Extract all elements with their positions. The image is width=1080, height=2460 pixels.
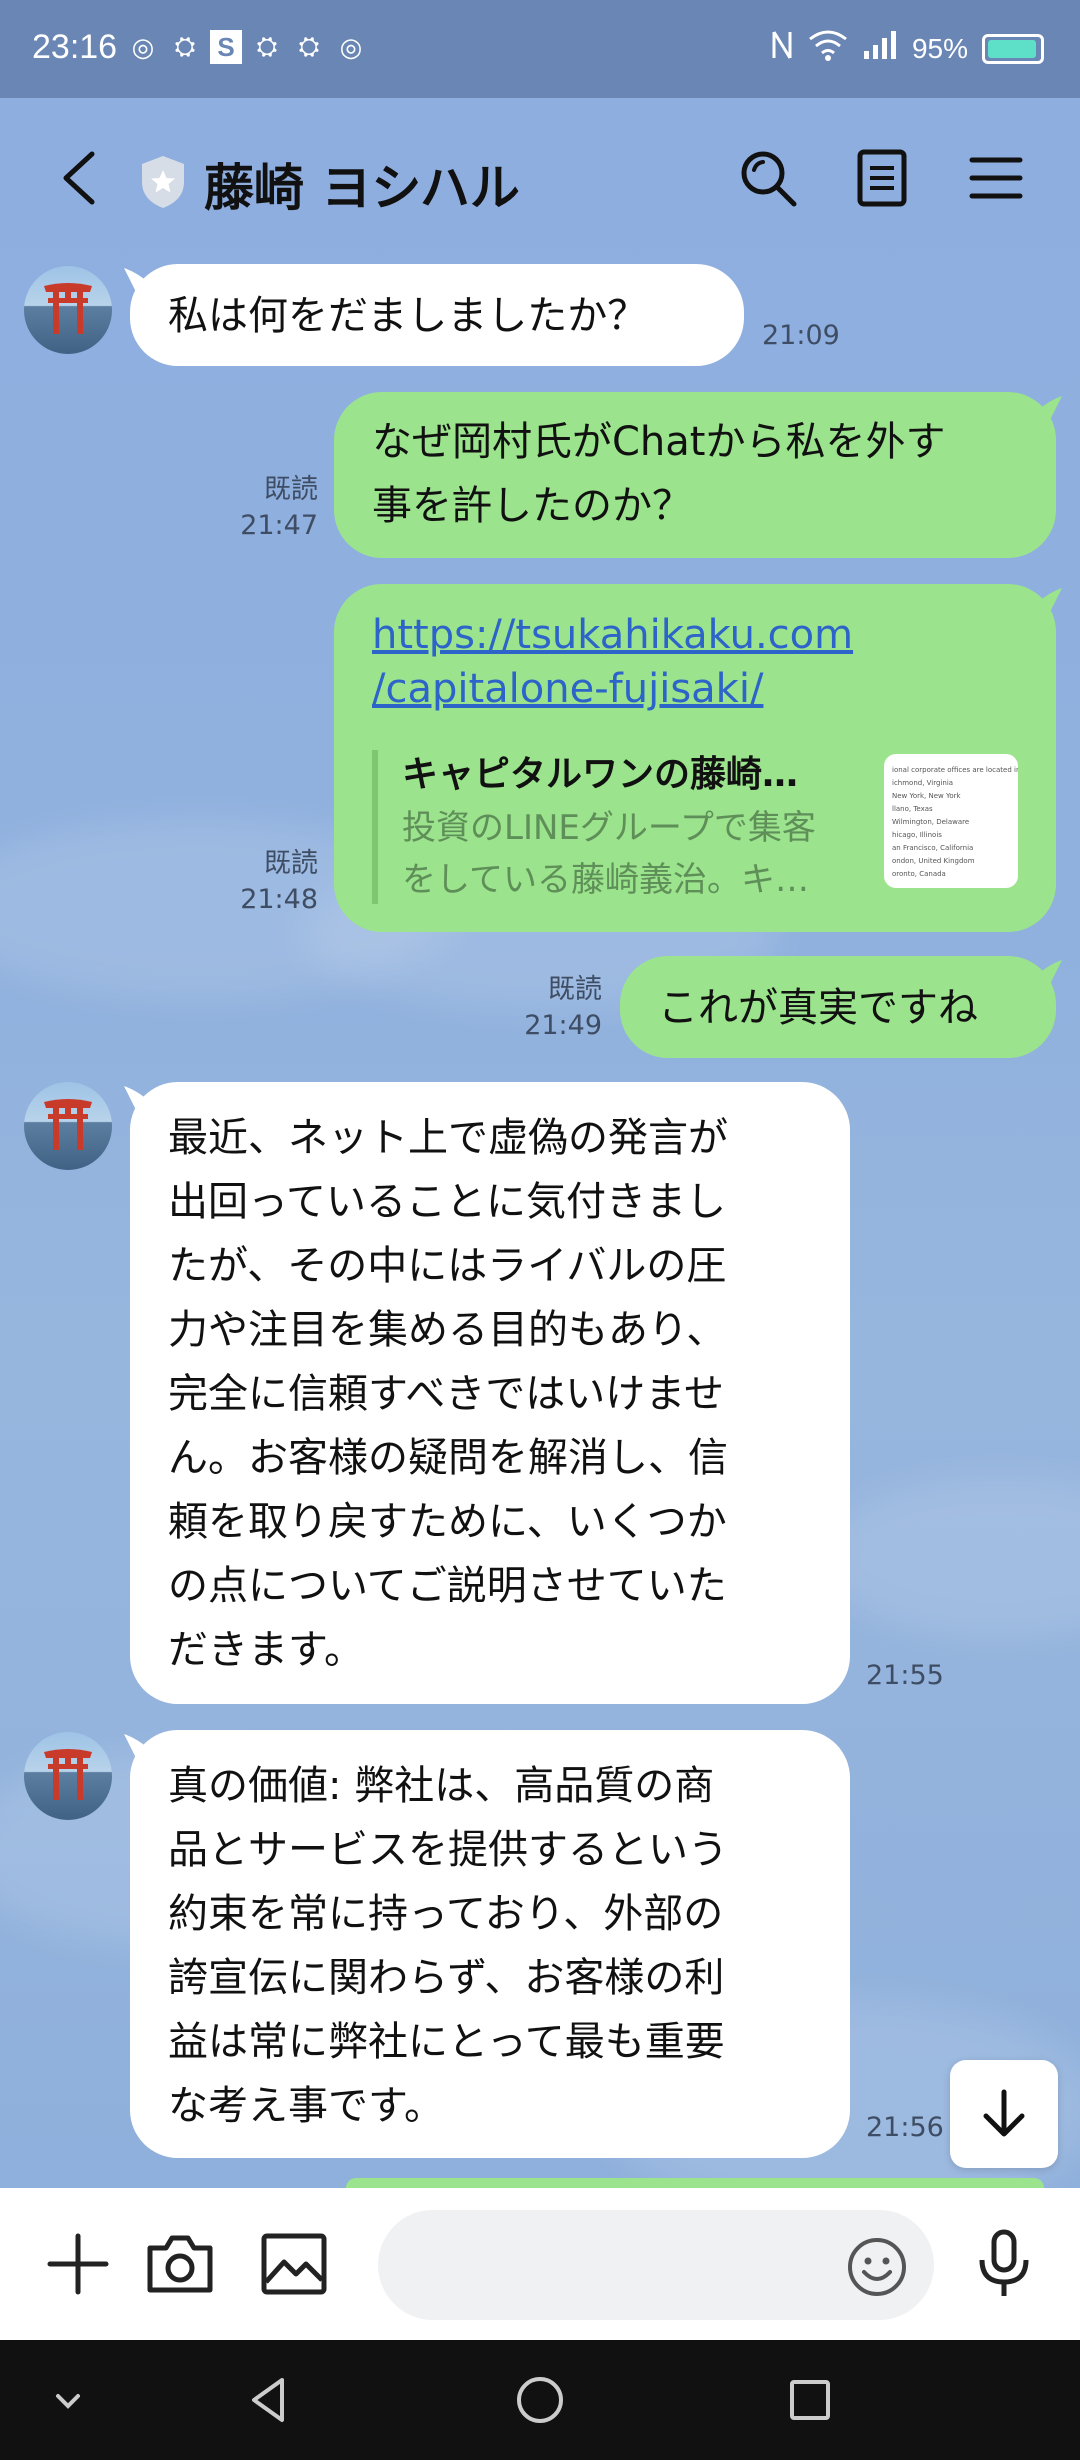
message-time: 21:47 [240, 510, 318, 541]
message-meta: 既読 21:48 [220, 846, 318, 918]
nfc-icon [770, 28, 794, 69]
message-text: 私は何をだましましたか？ [168, 293, 648, 339]
bubble-tail [124, 1086, 148, 1110]
thumbnail-text: ional corporate offices are located in: [892, 766, 1018, 774]
menu-icon[interactable] [964, 146, 1028, 210]
message-bubble-outgoing[interactable]: なぜ岡村氏がChatから私を外す 事を許したのか？ [334, 392, 1056, 558]
message-line: 力や注目を集める目的もあり、 [168, 1307, 727, 1353]
status-right: 95% [770, 28, 1044, 69]
image-icon[interactable] [256, 2226, 332, 2302]
bubble-tail [1038, 588, 1062, 612]
battery-icon [982, 33, 1044, 64]
message-line: 最近、ネット上で虚偽の発言が [168, 1115, 728, 1161]
read-receipt: 既読 [264, 848, 318, 879]
message-line: 誇宣伝に関わらず、お客様の利 [168, 1955, 725, 2001]
shield-star-icon [138, 154, 188, 210]
plus-icon[interactable] [40, 2226, 116, 2302]
link-preview-desc-line: 投資のLINEグループで集客 [402, 808, 816, 848]
nav-recents-icon[interactable] [778, 2368, 842, 2432]
signal-icon [862, 29, 898, 68]
link-url-line[interactable]: https://tsukahikaku.com [372, 608, 1018, 662]
partial-message-bubble [346, 2178, 1044, 2188]
notification-icons: ◎ ⛭ S ⛭ ⛭ ◎ [126, 30, 368, 64]
s-app-icon: S [210, 30, 242, 64]
message-line: 真の価値: 弊社は、高品質の商 [168, 1763, 715, 1809]
message-line: 完全に信頼すべきではいけませ [168, 1371, 724, 1417]
chat-title: 藤崎 ヨシハル [204, 159, 520, 217]
status-bar: 23:16 ◎ ⛭ S ⛭ ⛭ ◎ 95% [0, 0, 1080, 98]
message-time: 21:48 [240, 884, 318, 915]
battery-percent: 95% [911, 32, 968, 64]
message-time: 21:49 [524, 1010, 602, 1041]
input-bar [0, 2188, 1080, 2340]
app-notification-icon: ⛭ [256, 31, 278, 61]
message-time: 21:56 [866, 2112, 944, 2143]
message-bubble-incoming[interactable]: 真の価値: 弊社は、高品質の商 品とサービスを提供するという 約束を常に持ってお… [130, 1730, 850, 2158]
message-line: たが、その中にはライバルの圧 [168, 1243, 727, 1289]
message-line: 事を許したのか？ [372, 483, 692, 529]
message-line: な考え事です。 [168, 2083, 444, 2129]
avatar[interactable] [24, 1082, 112, 1170]
read-receipt: 既読 [548, 974, 602, 1005]
status-time: 23:16 [32, 28, 118, 66]
back-arrow-icon[interactable] [52, 146, 112, 210]
message-meta: 既読 21:49 [500, 972, 602, 1044]
system-nav-bar [0, 2340, 1080, 2460]
message-line: 約束を常に持っており、外部の [168, 1891, 724, 1937]
thumbnail-text: llano, Texas [892, 805, 933, 813]
message-line: 頼を取り戻すために、いくつか [168, 1499, 727, 1545]
thumbnail-text: Wilmington, Delaware [892, 818, 970, 826]
nav-home-icon[interactable] [508, 2368, 572, 2432]
message-line: だきます。 [168, 1627, 364, 1673]
bubble-tail [124, 1734, 148, 1758]
thumbnail-text: ichmond, Virginia [892, 779, 954, 787]
message-time: 21:55 [866, 1660, 944, 1691]
link-preview-desc-line: をしている藤崎義治。キ… [402, 860, 809, 900]
message-line: なぜ岡村氏がChatから私を外す [372, 419, 946, 465]
avatar[interactable] [24, 266, 112, 354]
wifi-icon [808, 29, 848, 68]
link-preview[interactable]: キャピタルワンの藤崎… 投資のLINEグループで集客 をしている藤崎義治。キ… [372, 750, 872, 904]
thumbnail-text: hicago, Illinois [892, 831, 942, 839]
bubble-tail [1038, 960, 1062, 984]
message-bubble-incoming[interactable]: 私は何をだましましたか？ [130, 264, 744, 366]
message-bubble-incoming[interactable]: 最近、ネット上で虚偽の発言が 出回っていることに気付きまし たが、その中にはライ… [130, 1082, 850, 1704]
message-bubble-outgoing[interactable]: これが真実ですね [620, 956, 1056, 1058]
app-notification-icon: ⛭ [298, 31, 320, 61]
bubble-tail [124, 268, 148, 292]
search-icon[interactable] [736, 146, 800, 210]
bubble-tail [1038, 396, 1062, 420]
chat-header: 藤崎 ヨシハル [0, 98, 1080, 262]
camera-icon[interactable] [142, 2226, 218, 2302]
link-preview-thumbnail: ional corporate offices are located in: … [884, 754, 1018, 888]
microphone-icon[interactable] [966, 2226, 1042, 2302]
thumbnail-text: New York, New York [892, 792, 961, 800]
nav-back-icon[interactable] [238, 2368, 302, 2432]
avatar[interactable] [24, 1732, 112, 1820]
message-meta: 既読 21:47 [220, 472, 318, 544]
message-time: 21:09 [762, 320, 840, 351]
thumbnail-text: ondon, United Kingdom [892, 857, 975, 865]
message-line: 品とサービスを提供するという [168, 1827, 728, 1873]
message-line: 益は常に弊社にとって最も重要 [168, 2019, 725, 2065]
scroll-down-button[interactable] [950, 2060, 1058, 2168]
emoji-icon[interactable] [846, 2236, 908, 2298]
message-line: 出回っていることに気付きまし [168, 1179, 726, 1225]
thumbnail-text: an Francisco, California [892, 844, 974, 852]
app-notification-icon: ⛭ [174, 31, 196, 61]
message-text: これが真実ですね [658, 985, 978, 1031]
arrow-down-icon [983, 2089, 1025, 2137]
link-message-bubble[interactable]: https://tsukahikaku.com /capitalone-fuji… [334, 584, 1056, 932]
hotspot-icon: ◎ [339, 31, 363, 62]
message-line: の点についてご説明させていた [168, 1563, 727, 1609]
link-url-line[interactable]: /capitalone-fujisaki/ [372, 662, 1018, 716]
link-preview-title: キャピタルワンの藤崎… [402, 754, 799, 795]
read-receipt: 既読 [264, 474, 318, 505]
chevron-down-icon[interactable] [36, 2368, 100, 2432]
notes-icon[interactable] [850, 146, 914, 210]
thumbnail-text: oronto, Canada [892, 870, 946, 878]
message-line: ん。お客様の疑問を解消し、信 [168, 1435, 728, 1481]
hotspot-icon: ◎ [131, 31, 155, 62]
